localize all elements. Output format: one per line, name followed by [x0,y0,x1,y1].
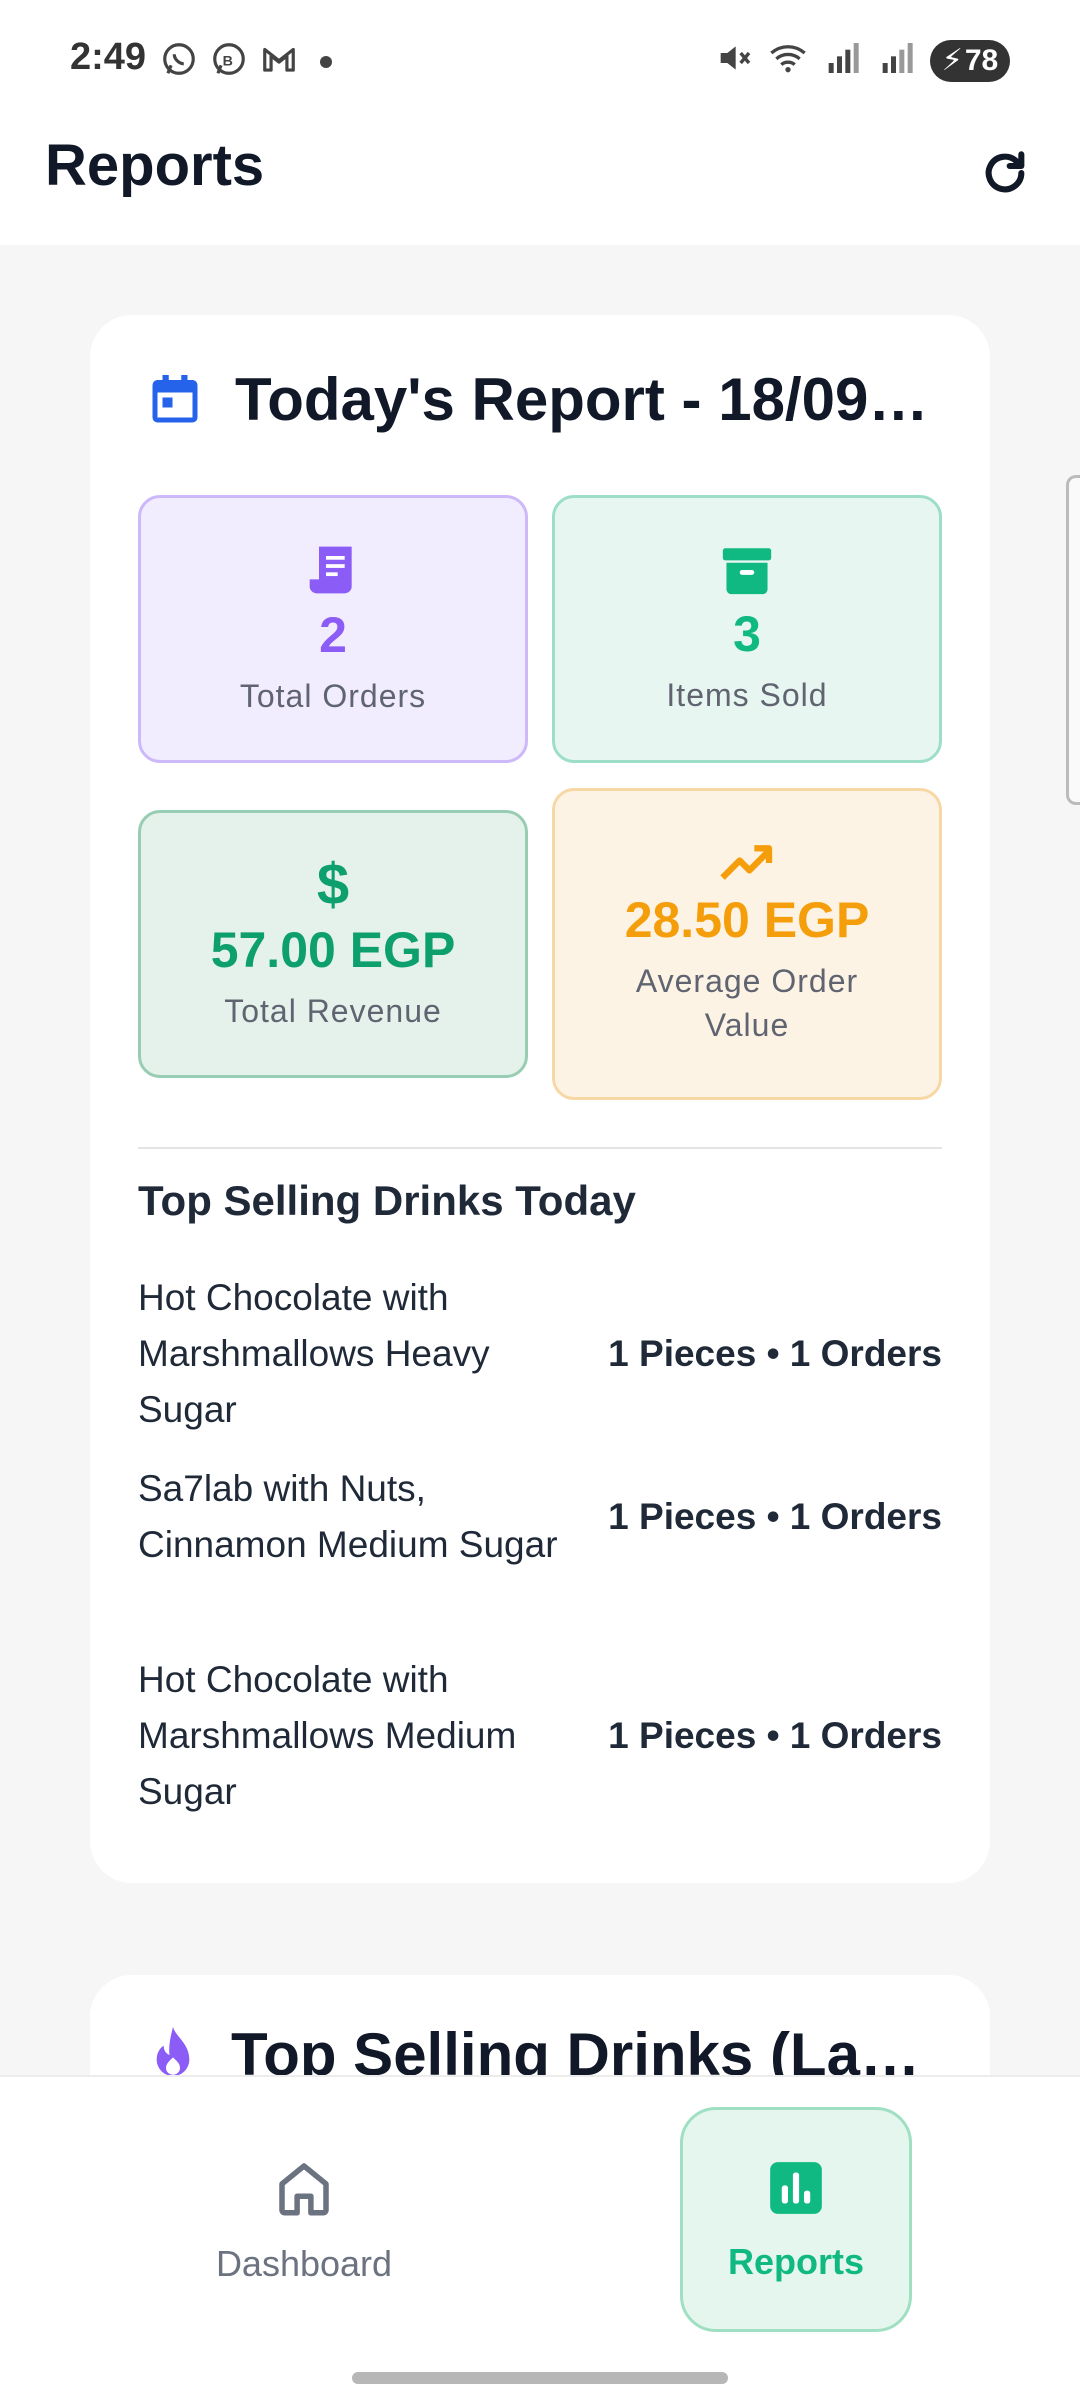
items-sold-stat: 3 Items Sold [552,495,942,763]
items-sold-value: 3 [733,606,761,662]
drink-name: Sa7lab with Nuts, Cinnamon Medium Sugar [138,1468,558,1565]
drink-name: Hot Chocolate with Marshmallows Medium S… [138,1659,517,1812]
notification-icons: B [160,40,332,83]
nav-dashboard[interactable]: Dashboard [188,2107,420,2332]
average-order-label: Average Order Value [635,963,859,1043]
today-report-header: Today's Report - 18/09/… [145,365,935,434]
nav-reports[interactable]: Reports [680,2107,912,2332]
gmail-icon [260,40,298,83]
svg-text:B: B [223,53,233,69]
total-revenue-value: 57.00 EGP [210,922,456,978]
top-selling-today-title: Top Selling Drinks Today [138,1177,636,1224]
trending-up-icon [720,845,773,880]
drink-stats: 1 Pieces • 1 Orders [608,1496,942,1537]
items-sold-label: Items Sold [666,677,828,713]
total-revenue-stat: $ 57.00 EGP Total Revenue [138,810,528,1078]
more-notifications-dot [320,55,332,68]
battery-indicator: ⚡ 78 [930,39,1010,82]
whatsapp-business-icon: B [210,40,248,83]
nav-dashboard-label: Dashboard [215,2242,393,2284]
total-orders-value: 2 [319,607,347,663]
drink-row: Sa7lab with Nuts, Cinnamon Medium Sugar … [138,1461,942,1573]
battery-level: 78 [964,43,999,77]
signal-icon [822,38,862,83]
drink-row: Hot Chocolate with Marshmallows Heavy Su… [138,1270,942,1438]
bottom-navigation: Dashboard Reports [0,2075,1080,2400]
charging-icon: ⚡ [941,44,963,77]
nav-reports-label: Reports [727,2240,865,2282]
refresh-button[interactable] [970,138,1040,208]
average-order-value: 28.50 EGP [624,892,870,948]
drink-stats: 1 Pieces • 1 Orders [608,1715,942,1756]
divider [138,1147,942,1149]
archive-box-icon [722,548,772,595]
wifi-icon [768,38,808,83]
signal-icon-2 [876,38,916,83]
status-bar: 2:49 B ⚡ 78 [0,0,1080,120]
drink-row: Hot Chocolate with Marshmallows Medium S… [138,1652,942,1820]
app-bar: Reports [0,120,1080,245]
system-icons: ⚡ 78 [714,38,1010,83]
home-indicator[interactable] [352,2372,728,2384]
refresh-icon [985,151,1025,193]
calendar-icon [152,374,198,422]
drink-name: Hot Chocolate with Marshmallows Heavy Su… [138,1277,490,1430]
total-revenue-label: Total Revenue [224,993,442,1029]
today-report-card: Today's Report - 18/09/… 2 Total Orders … [90,315,990,1883]
edge-panel-handle[interactable] [1066,475,1080,805]
total-orders-stat: 2 Total Orders [138,495,528,763]
bar-chart-icon [770,2161,822,2214]
page-title: Reports [45,133,265,198]
dollar-icon: $ [316,852,350,917]
home-icon [279,2162,329,2215]
total-orders-label: Total Orders [239,678,427,714]
drink-stats: 1 Pieces • 1 Orders [608,1333,942,1374]
average-order-value-stat: 28.50 EGP Average Order Value [552,788,942,1100]
status-time: 2:49 [70,36,147,78]
today-report-title: Today's Report - 18/09/… [235,366,935,433]
mute-icon [714,38,754,83]
receipt-icon [309,546,352,594]
whatsapp-icon [160,40,198,83]
